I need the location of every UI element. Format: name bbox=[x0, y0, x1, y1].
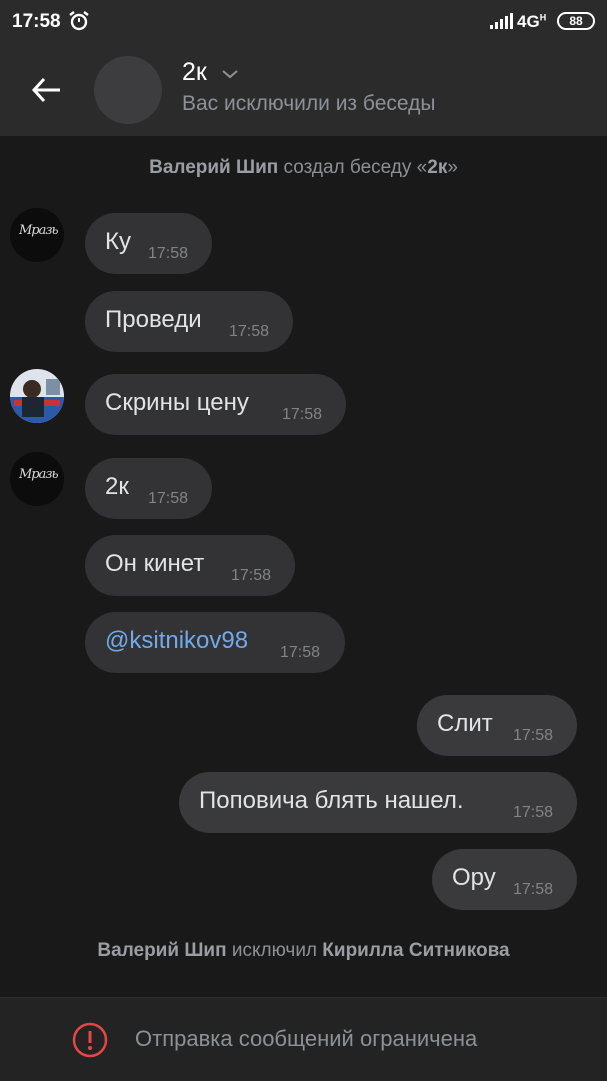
avatar[interactable]: Мразь bbox=[10, 452, 64, 506]
service-message-excluded: Валерий Шип исключил Кирилла Ситникова bbox=[97, 940, 510, 961]
chat-avatar[interactable] bbox=[94, 56, 162, 124]
message-bubble[interactable]: Он кинет 17:58 bbox=[85, 535, 295, 596]
avatar[interactable] bbox=[10, 369, 64, 423]
chat-subtitle: Вас исключили из беседы bbox=[182, 92, 436, 115]
status-time: 17:58 bbox=[12, 11, 61, 32]
network-type: 4GH bbox=[517, 12, 547, 31]
message-bubble[interactable]: Скрины цену 17:58 bbox=[85, 374, 346, 435]
chat-title[interactable]: 2к bbox=[182, 58, 207, 87]
restricted-text: Отправка сообщений ограничена bbox=[135, 1026, 478, 1051]
back-arrow-icon[interactable] bbox=[28, 72, 64, 108]
message-bubble[interactable]: @ksitnikov98 17:58 bbox=[85, 612, 345, 673]
service-message-created: Валерий Шип создал беседу «2к» bbox=[149, 157, 458, 178]
message-bubble-outgoing[interactable]: Слит 17:58 bbox=[417, 695, 577, 756]
signal-icon bbox=[490, 13, 513, 29]
battery-indicator: 88 bbox=[557, 12, 595, 30]
alarm-icon bbox=[69, 11, 89, 31]
mention-link[interactable]: @ksitnikov98 bbox=[105, 627, 248, 655]
message-bubble-outgoing[interactable]: Ору 17:58 bbox=[432, 849, 577, 910]
status-bar: 17:58 4GH 88 bbox=[0, 0, 607, 44]
warning-icon bbox=[72, 1022, 108, 1058]
restricted-footer: Отправка сообщений ограничена bbox=[0, 997, 607, 1081]
chat-header: 2к Вас исключили из беседы bbox=[0, 44, 607, 136]
chevron-down-icon[interactable] bbox=[221, 68, 239, 80]
message-bubble-outgoing[interactable]: Поповича блять нашел. 17:58 bbox=[179, 772, 577, 833]
message-bubble[interactable]: 2к 17:58 bbox=[85, 458, 212, 519]
message-bubble[interactable]: Проведи 17:58 bbox=[85, 291, 293, 352]
avatar[interactable]: Мразь bbox=[10, 208, 64, 262]
message-bubble[interactable]: Ку 17:58 bbox=[85, 213, 212, 274]
